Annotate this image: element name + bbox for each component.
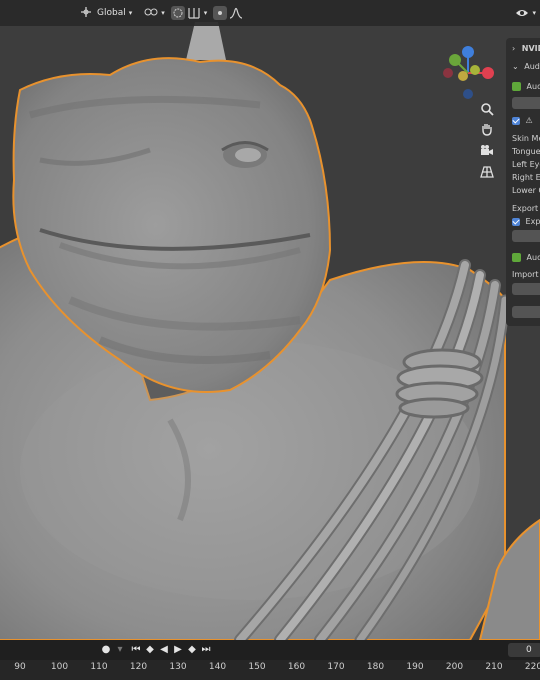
ruler-tick-label: 160 [287, 662, 306, 672]
import-label: Import . [512, 270, 540, 279]
play-icon[interactable]: ▶ [172, 643, 184, 656]
enable-checkbox[interactable] [512, 116, 520, 125]
chevron-down-icon: ▾ [532, 9, 536, 17]
timeline: ● ▾ ⏮ ◆ ◀ ▶ ◆ ⏭ 0 90 100 110 120 130 140 150 16… [0, 640, 540, 680]
jump-start-icon[interactable]: ⏮ [130, 643, 142, 656]
chevron-down-icon: ▾ [203, 9, 208, 17]
playback-controls: ● ▾ ⏮ ◆ ◀ ▶ ◆ ⏭ 0 [0, 640, 540, 660]
rope-knot [395, 348, 484, 419]
ruler-tick-label: 190 [406, 662, 424, 672]
pivot-icon [144, 6, 158, 20]
next-keyframe-icon[interactable]: ◆ [186, 643, 198, 656]
audio2face-section[interactable]: ⌄ Audio [512, 62, 540, 71]
nvidia-icon [512, 82, 521, 91]
ruler-tick-label: 110 [90, 662, 108, 672]
pan-hand-icon[interactable] [476, 118, 498, 140]
ruler-tick-label: 200 [445, 662, 464, 672]
ruler-tick-label: 120 [129, 662, 148, 672]
panel-header[interactable]: › NVIDI [512, 44, 540, 53]
list-item: Right Ey [512, 173, 540, 182]
record-icon[interactable]: ● [100, 643, 112, 656]
ruler-tick-label: 140 [208, 662, 227, 672]
top-button[interactable]: Ex [512, 97, 540, 109]
warning-row: ⚠ [512, 116, 533, 125]
warning-icon: ⚠ [525, 116, 533, 125]
list-item: Lower G [512, 186, 540, 195]
chevron-down-icon: ▾ [128, 9, 133, 17]
camera-icon[interactable] [476, 140, 498, 162]
snap-grid-icon [187, 6, 201, 20]
list-item: Left Eye [512, 160, 540, 169]
orientation-label: Global [97, 8, 126, 18]
proportional-edit-toggle[interactable] [213, 6, 228, 20]
export-button[interactable] [512, 230, 540, 242]
addon-row: Aud [512, 82, 540, 91]
chevron-down-icon: ▾ [161, 9, 165, 17]
snap-icon [170, 6, 185, 20]
sidebar-panel: › NVIDI ⌄ Audio Aud Ex ⚠ Skin Me Tongue … [506, 38, 540, 326]
zoom-icon[interactable] [476, 98, 498, 120]
ruler-tick-label: 130 [169, 662, 187, 672]
current-frame-field[interactable]: 0 [508, 643, 540, 657]
ruler-tick-label: 220 [524, 662, 540, 672]
ruler-tick-label: 100 [50, 662, 69, 672]
list-item: Tongue [512, 147, 540, 156]
export-checkbox[interactable] [512, 217, 520, 226]
ruler-tick-label: 180 [366, 662, 385, 672]
ruler-tick-label: 90 [14, 662, 26, 672]
ruler-tick-label: 170 [327, 662, 345, 672]
keying-dropdown[interactable]: ▾ [114, 643, 126, 656]
snap-toggle[interactable] [170, 6, 185, 20]
orientation-dropdown[interactable]: Global ▾ [80, 6, 132, 20]
ruler-tick-label: 210 [485, 662, 503, 672]
grid-perspective-icon[interactable] [476, 161, 498, 183]
pivot-dropdown[interactable]: ▾ [144, 6, 165, 20]
navigation-gizmo[interactable] [435, 40, 505, 110]
3d-viewport[interactable]: Global ▾ ▾ ▾ ▾ › NVI ⌄ Aud Aud ⚠ Skin M … [0, 0, 540, 640]
section2-row: Aud [512, 253, 540, 262]
visibility-dropdown[interactable]: ▾ [515, 6, 536, 20]
viewport-header: Global ▾ ▾ ▾ ▾ [0, 0, 540, 26]
orientation-icon [80, 6, 94, 20]
list-item: Skin Me [512, 134, 540, 143]
play-reverse-icon[interactable]: ◀ [158, 643, 170, 656]
import-button[interactable] [512, 306, 540, 318]
jump-end-icon[interactable]: ⏭ [200, 643, 212, 656]
falloff-curve-icon [229, 6, 243, 20]
ruler-tick-label: 150 [248, 662, 266, 672]
import-field[interactable] [512, 283, 540, 295]
falloff-dropdown[interactable] [229, 6, 243, 20]
export-check-row[interactable]: Expo [512, 217, 540, 226]
chevron-down-icon: ⌄ [512, 62, 519, 71]
proportional-edit-icon [213, 6, 228, 20]
frame-ruler[interactable]: 90 100 110 120 130 140 150 160 170 180 190 200 210 22… [0, 660, 540, 680]
export-label: Export . [512, 204, 540, 213]
snap-target-dropdown[interactable]: ▾ [187, 6, 208, 20]
chevron-right-icon: › [512, 44, 516, 53]
prev-keyframe-icon[interactable]: ◆ [144, 643, 156, 656]
eye-icon [515, 6, 529, 20]
nvidia-icon [512, 253, 521, 262]
